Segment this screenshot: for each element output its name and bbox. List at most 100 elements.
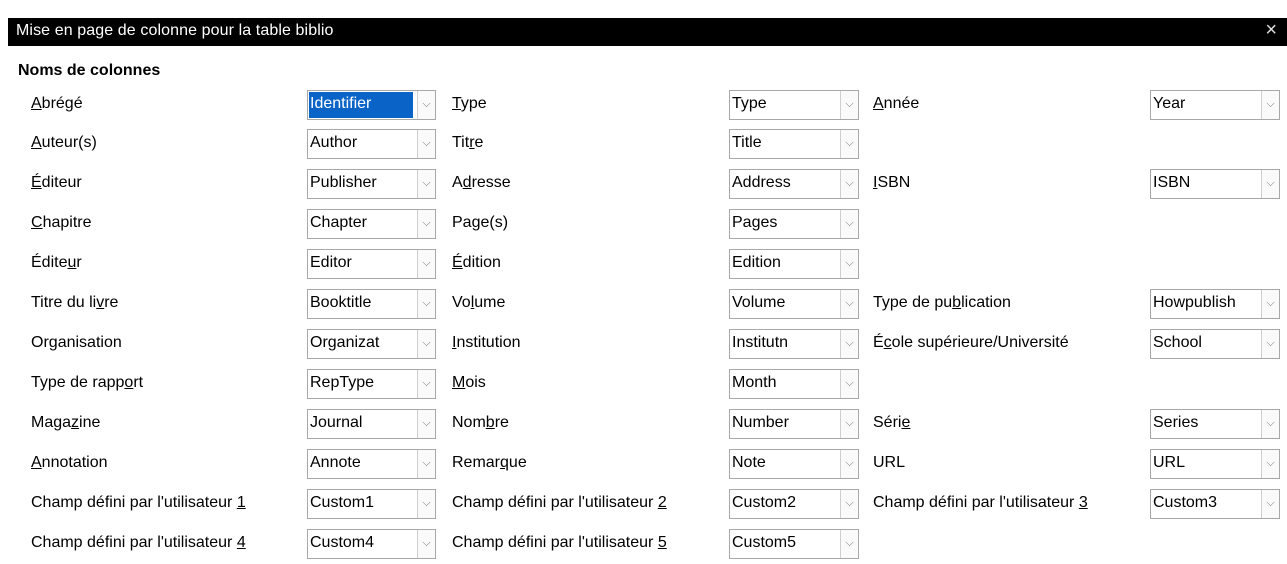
- column-select[interactable]: Pages ⌵: [729, 209, 859, 239]
- column-select[interactable]: Howpublish ⌵: [1150, 289, 1280, 319]
- close-icon[interactable]: ×: [1265, 19, 1277, 42]
- column-select[interactable]: Author ⌵: [307, 129, 436, 159]
- column-select[interactable]: Note ⌵: [729, 449, 859, 479]
- column-select-value: Publisher: [310, 174, 377, 191]
- chevron-down-icon[interactable]: ⌵: [417, 210, 435, 238]
- field-label-text: Type de rapp: [31, 374, 125, 391]
- column-select[interactable]: Booktitle ⌵: [307, 289, 436, 319]
- chevron-down-icon[interactable]: ⌵: [417, 91, 435, 119]
- field-label-mnemonic: g: [48, 334, 58, 351]
- column-select[interactable]: RepType ⌵: [307, 369, 436, 399]
- column-select[interactable]: Organizat ⌵: [307, 329, 436, 359]
- column-select[interactable]: Edition ⌵: [729, 249, 859, 279]
- chevron-down-icon[interactable]: ⌵: [840, 250, 858, 278]
- column-select[interactable]: Custom2 ⌵: [729, 489, 859, 519]
- field-label-mnemonic: C: [31, 214, 43, 231]
- column-select[interactable]: Institutn ⌵: [729, 329, 859, 359]
- chevron-down-icon[interactable]: ⌵: [840, 210, 858, 238]
- field-label-mnemonic: A: [31, 95, 42, 112]
- field-row: Titre du livre Booktitle ⌵ Volume Volume ⌵ Typ…: [0, 289, 1287, 319]
- column-select[interactable]: School ⌵: [1150, 329, 1280, 359]
- field-label-mnemonic: o: [124, 374, 134, 391]
- field-label: Organisation: [31, 334, 122, 352]
- chevron-down-icon[interactable]: ⌵: [840, 490, 858, 518]
- column-select[interactable]: Chapter ⌵: [307, 209, 436, 239]
- column-select[interactable]: Identifier ⌵: [307, 90, 436, 120]
- field-label-text: re: [104, 294, 119, 311]
- field-label-text: ole supérieure/Université: [891, 334, 1069, 351]
- column-select[interactable]: Annote ⌵: [307, 449, 436, 479]
- chevron-down-icon[interactable]: ⌵: [417, 410, 435, 438]
- chevron-down-icon[interactable]: ⌵: [840, 410, 858, 438]
- column-select[interactable]: Title ⌵: [729, 129, 859, 159]
- chevron-down-icon[interactable]: ⌵: [417, 370, 435, 398]
- chevron-down-icon[interactable]: ⌵: [1261, 490, 1279, 518]
- field-label-mnemonic: z: [71, 414, 80, 431]
- field-label-text: Champ défini par l'utilisateur: [452, 534, 658, 551]
- column-select-value: Institutn: [732, 334, 789, 351]
- chevron-down-icon[interactable]: ⌵: [1261, 170, 1279, 198]
- chevron-down-icon[interactable]: ⌵: [417, 250, 435, 278]
- chevron-down-icon[interactable]: ⌵: [417, 450, 435, 478]
- chevron-down-icon[interactable]: ⌵: [840, 370, 858, 398]
- column-select[interactable]: Custom4 ⌵: [307, 529, 436, 559]
- field-label-mnemonic: b: [952, 294, 962, 311]
- column-select-value: Series: [1153, 414, 1199, 431]
- chevron-down-icon[interactable]: ⌵: [417, 130, 435, 158]
- field-label-mnemonic: É: [452, 254, 463, 271]
- field-label-text: SBN: [877, 174, 911, 191]
- column-select[interactable]: Editor ⌵: [307, 249, 436, 279]
- chevron-down-icon[interactable]: ⌵: [417, 530, 435, 558]
- column-select[interactable]: Custom3 ⌵: [1150, 489, 1280, 519]
- field-label-mnemonic: q: [500, 454, 509, 471]
- chevron-down-icon[interactable]: ⌵: [417, 290, 435, 318]
- chevron-down-icon[interactable]: ⌵: [417, 330, 435, 358]
- column-select[interactable]: Type ⌵: [729, 90, 859, 120]
- chevron-down-icon[interactable]: ⌵: [417, 490, 435, 518]
- field-label-mnemonic: 3: [1078, 494, 1088, 511]
- column-select[interactable]: Custom1 ⌵: [307, 489, 436, 519]
- chevron-down-icon[interactable]: ⌵: [840, 170, 858, 198]
- column-select[interactable]: Number ⌵: [729, 409, 859, 439]
- field-label: Année: [873, 95, 919, 113]
- chevron-down-icon[interactable]: ⌵: [1261, 290, 1279, 318]
- column-select-value: RepType: [310, 374, 375, 391]
- chevron-down-icon[interactable]: ⌵: [1261, 330, 1279, 358]
- chevron-down-icon[interactable]: ⌵: [840, 330, 858, 358]
- field-row: Chapitre Chapter ⌵ Page(s) Pages ⌵: [0, 209, 1287, 239]
- chevron-down-icon[interactable]: ⌵: [1261, 450, 1279, 478]
- chevron-down-icon[interactable]: ⌵: [417, 170, 435, 198]
- field-label: Type: [452, 95, 487, 113]
- column-select[interactable]: URL ⌵: [1150, 449, 1280, 479]
- column-select-value: Editor: [310, 254, 352, 271]
- column-select[interactable]: Volume ⌵: [729, 289, 859, 319]
- field-label-mnemonic: c: [883, 334, 892, 351]
- field-label-mnemonic: 2: [657, 494, 667, 511]
- chevron-down-icon[interactable]: ⌵: [840, 290, 858, 318]
- field-label-text: re: [494, 414, 509, 431]
- field-label: Champ défini par l'utilisateur 4: [31, 534, 246, 552]
- field-label-text: ume: [474, 294, 506, 311]
- column-select[interactable]: Month ⌵: [729, 369, 859, 399]
- column-select[interactable]: ISBN ⌵: [1150, 169, 1280, 199]
- column-select-value: Edition: [732, 254, 781, 271]
- column-select-value: Number: [732, 414, 789, 431]
- column-select[interactable]: Journal ⌵: [307, 409, 436, 439]
- column-select[interactable]: Publisher ⌵: [307, 169, 436, 199]
- chevron-down-icon[interactable]: ⌵: [840, 91, 858, 119]
- field-label-text: Type de pu: [873, 294, 953, 311]
- column-select[interactable]: Series ⌵: [1150, 409, 1280, 439]
- chevron-down-icon[interactable]: ⌵: [1261, 410, 1279, 438]
- chevron-down-icon[interactable]: ⌵: [840, 530, 858, 558]
- field-label: Éditeur: [31, 254, 82, 272]
- field-label-mnemonic: A: [873, 95, 884, 112]
- column-names-group-label: Noms de colonnes: [18, 62, 161, 79]
- column-select[interactable]: Year ⌵: [1150, 90, 1280, 120]
- column-select[interactable]: Custom5 ⌵: [729, 529, 859, 559]
- column-select[interactable]: Address ⌵: [729, 169, 859, 199]
- field-label-mnemonic: b: [485, 414, 495, 431]
- field-label: Remarque: [452, 454, 527, 472]
- chevron-down-icon[interactable]: ⌵: [840, 450, 858, 478]
- chevron-down-icon[interactable]: ⌵: [1261, 91, 1279, 119]
- chevron-down-icon[interactable]: ⌵: [840, 130, 858, 158]
